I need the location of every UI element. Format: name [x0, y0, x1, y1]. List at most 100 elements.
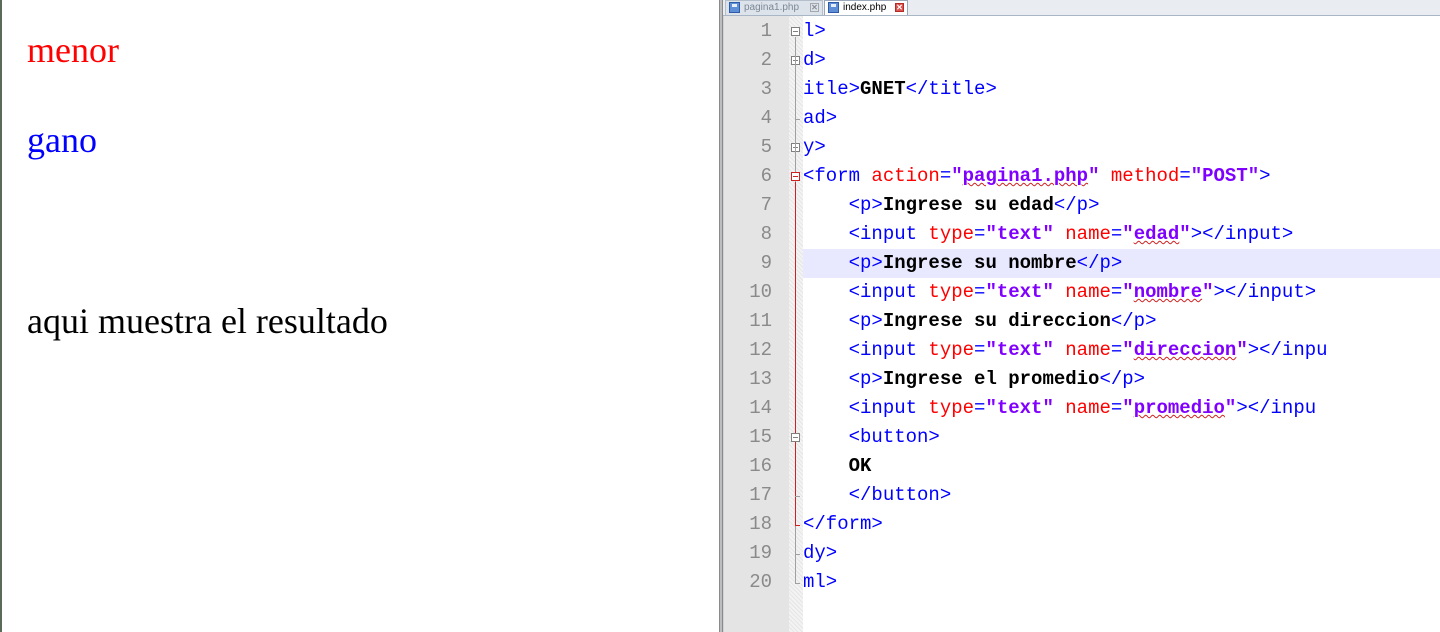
code-line[interactable]: 15 <button> [723, 423, 1440, 452]
fold-end-mark [795, 524, 800, 526]
code-token: " [1122, 397, 1134, 419]
code-token: ></inpu [1236, 397, 1317, 419]
code-line[interactable]: 10 <input type="text" name="nombre"></in… [723, 278, 1440, 307]
code-text: l> [803, 17, 826, 46]
code-line[interactable]: 2 d> [723, 46, 1440, 75]
code-token: <form [803, 165, 872, 187]
line-number: 14 [749, 397, 772, 419]
code-text: y> [803, 133, 826, 162]
code-token: Ingrese su direccion [882, 310, 1111, 332]
fold-toggle-icon[interactable] [791, 26, 800, 36]
code-token: = [1110, 397, 1123, 419]
code-token: </p> [1076, 252, 1123, 274]
line-number: 3 [760, 78, 772, 100]
line-number: 2 [760, 49, 772, 71]
code-line[interactable]: 17 </button> [723, 481, 1440, 510]
code-line[interactable]: 7 <p>Ingrese su edad</p> [723, 191, 1440, 220]
line-number: 15 [749, 426, 772, 448]
code-line[interactable]: 18 </form> [723, 510, 1440, 539]
code-token: = [974, 339, 986, 361]
code-line[interactable]: 5 y> [723, 133, 1440, 162]
code-token: </button> [803, 484, 952, 506]
code-line[interactable]: 20 ml> [723, 568, 1440, 597]
code-line[interactable]: 12 <input type="text" name="direccion"><… [723, 336, 1440, 365]
code-line[interactable]: 14 <input type="text" name="promedio"></… [723, 394, 1440, 423]
line-number: 16 [749, 455, 772, 477]
code-token: " [1224, 397, 1237, 419]
code-text: </button> [803, 481, 952, 510]
code-line[interactable]: 3 itle>GNET</title> [723, 75, 1440, 104]
code-token: GNET [860, 78, 906, 100]
line-number: 6 [760, 165, 772, 187]
code-line[interactable]: 19 dy> [723, 539, 1440, 568]
code-text: <p>Ingrese el promedio</p> [803, 365, 1145, 394]
code-token: ad> [803, 107, 838, 129]
code-token: Ingrese el promedio [882, 368, 1100, 390]
code-token: " [1122, 339, 1134, 361]
code-text: <input type="text" name="promedio"></inp… [803, 394, 1317, 423]
code-text: <p>Ingrese su direccion</p> [803, 307, 1157, 336]
code-line[interactable]: 1 l> [723, 17, 1440, 46]
code-token: Ingrese su edad [882, 194, 1054, 216]
code-line[interactable]: 6 <form action="pagina1.php" method="POST… [723, 162, 1440, 191]
output-line-resultado: aqui muestra el resultado [27, 301, 388, 341]
code-token: = [1110, 281, 1123, 303]
code-token: <p> [803, 368, 883, 390]
code-token: type [928, 339, 975, 361]
line-number: 8 [760, 223, 772, 245]
code-token: ></input> [1213, 281, 1317, 303]
code-token: action [871, 165, 940, 187]
fold-toggle-icon[interactable] [791, 171, 800, 181]
code-token: itle> [803, 78, 861, 100]
code-line[interactable]: 11 <p>Ingrese su direccion</p> [723, 307, 1440, 336]
code-token: <input [803, 281, 929, 303]
code-token: = [974, 281, 986, 303]
code-line[interactable]: 13 <p>Ingrese el promedio</p> [723, 365, 1440, 394]
code-token: OK [803, 455, 872, 477]
code-token: "text" [985, 281, 1054, 303]
code-text: <form action="pagina1.php" method="POST"… [803, 162, 1271, 191]
browser-output-pane: menor gano aqui muestra el resultado [0, 0, 719, 632]
code-token: "text" [985, 223, 1054, 245]
code-token: <input [803, 397, 929, 419]
code-token: type [928, 223, 975, 245]
misspelled-token: direccion [1133, 339, 1237, 361]
code-token: "text" [985, 339, 1054, 361]
code-token: d> [803, 49, 826, 71]
code-token: "POST" [1190, 165, 1260, 187]
fold-end-mark [795, 553, 800, 555]
line-number: 13 [749, 368, 772, 390]
code-line[interactable]: 16 OK [723, 452, 1440, 481]
line-number: 11 [749, 310, 772, 332]
line-number: 7 [760, 194, 772, 216]
code-lines: 1 l> 2 d> 3 itle>GNET</title> 4 ad> 5 y> 6 <form ac… [723, 0, 1440, 632]
misspelled-token: promedio [1133, 397, 1225, 419]
code-token: </form> [803, 513, 883, 535]
code-text: </form> [803, 510, 883, 539]
code-token: "text" [985, 397, 1054, 419]
code-text: ml> [803, 568, 837, 597]
code-line[interactable]: 9 <p>Ingrese su nombre</p> [723, 249, 1440, 278]
line-number: 4 [760, 107, 772, 129]
code-token: </p> [1099, 368, 1146, 390]
line-number: 19 [749, 542, 772, 564]
code-text: OK [803, 452, 872, 481]
code-token: " [1122, 223, 1134, 245]
code-token: = [974, 397, 986, 419]
code-line[interactable]: 8 <input type="text" name="edad"></input… [723, 220, 1440, 249]
code-token: method [1110, 165, 1180, 187]
code-line[interactable]: 4 ad> [723, 104, 1440, 133]
code-text: itle>GNET</title> [803, 75, 997, 104]
output-line-menor: menor [27, 30, 119, 70]
code-token: dy> [803, 542, 838, 564]
code-text: <input type="text" name="direccion"></in… [803, 336, 1328, 365]
fold-toggle-icon[interactable] [791, 432, 800, 442]
code-editor[interactable]: pagina1.php ✕ index.php ✕ 1 l> 2 d> 3 itle>GN… [723, 0, 1440, 632]
code-token: y> [803, 136, 826, 158]
code-token: name [1065, 223, 1111, 245]
line-number: 9 [760, 252, 772, 274]
